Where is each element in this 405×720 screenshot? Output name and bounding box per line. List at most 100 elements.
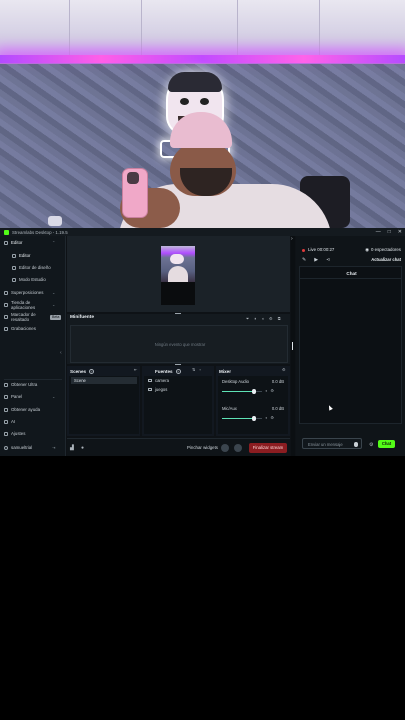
sources-dock: Fuentes + ⇤ ⇅ ▫ camera juegos [134,366,214,436]
title-bar: Streamlabs Desktop - 1.19.5 — □ ✕ [0,228,405,236]
sidebar-item-settings[interactable]: Ajustes [4,431,25,436]
sidebar-item-overlays[interactable]: Superposiciones [4,290,43,295]
sidebar-item-studio-mode[interactable]: Modo Estudio [12,277,46,282]
volume-slider[interactable] [222,389,262,394]
ai-icon [4,419,8,424]
mixer-channel-name: Desktop Audio [222,379,250,384]
mic-icon[interactable]: ● [81,445,84,451]
chat-panel: Chat [299,266,402,424]
chevron-down-icon[interactable]: ⌄ [52,394,55,399]
avatar-icon [4,445,8,450]
update-chat-button[interactable]: Actualizar chat [371,257,401,262]
beta-badge: Beta [50,314,62,320]
add-source-button[interactable]: + [175,368,181,374]
sidebar-item-app-store[interactable]: Tienda de aplicaciones [4,300,45,310]
editor-icon [12,253,16,258]
maximize-button[interactable]: □ [388,229,391,235]
stream-preview[interactable] [161,246,195,305]
source-item-camera[interactable]: camera [148,378,169,383]
popout-icon[interactable]: ⧉ [278,316,281,321]
pencil-icon[interactable]: ✎ [302,257,306,263]
help-icon [4,407,8,412]
performance-icon[interactable]: ▟ [70,445,74,451]
volume-icon[interactable]: ◖ [261,316,264,321]
panel-resize-handle[interactable] [292,342,294,350]
logout-icon[interactable]: ⇥ [52,445,55,450]
emoji-icon[interactable] [353,442,358,447]
sidebar-item-recordings[interactable]: Grabaciones [4,326,36,331]
mixer-dock: Mixer ⚙ Desktop Audio 0.0 dB ◖ ⚙ Mic/Aux… [216,366,290,436]
sources-title: Fuentes [155,368,173,374]
recordings-icon [4,326,8,331]
app-logo-icon [4,229,9,235]
sidebar-item-dashboard[interactable]: Panel [4,394,22,399]
gear-icon [4,431,8,436]
window-title: Streamlabs Desktop - 1.19.5 [12,229,68,235]
highlighter-icon [4,315,8,319]
mini-feed-title: Minifuente [70,315,94,320]
mixer-channel-db: 0.0 dB [271,406,284,411]
record-button[interactable] [221,444,229,452]
sidebar-item-ai[interactable]: AI [4,419,15,424]
chevron-up-icon[interactable]: ⌃ [52,240,55,245]
screen: { "window": { "title": "Streamlabs Deskt… [0,0,405,720]
minimize-button[interactable]: — [376,229,381,235]
sort-icon[interactable]: ⇅ [192,367,196,372]
scene-item[interactable]: Scene [71,377,137,384]
source-item-games[interactable]: juegos [148,387,167,392]
collapse-icon[interactable]: ⇤ [134,367,138,372]
mouse-cursor [327,404,333,411]
gear-icon[interactable]: ⚙ [270,388,274,393]
gear-icon[interactable]: ⚙ [282,367,286,372]
ceiling [0,0,405,62]
chat-column: Live 00:00:27 ◉ 0 espectadores ✎ ▶ ⋖ Act… [296,236,405,456]
scenes-dock: Scenes + Scene [67,366,140,436]
sidebar-item-help[interactable]: Obtener ayuda [4,407,40,412]
settings-icon[interactable]: ⚙ [269,316,273,321]
eye-icon: ◉ [365,247,369,252]
gear-icon[interactable]: ⚙ [270,415,274,420]
sidebar-item-account[interactable]: samueltrial [4,445,32,450]
lock-icon[interactable]: ▫ [200,367,202,372]
viewer-count: ◉ 0 espectadores [365,247,401,252]
close-button[interactable]: ✕ [398,229,402,235]
gear-icon[interactable]: ⚙ [369,442,373,448]
resize-handle[interactable] [175,364,181,365]
chat-title: Chat [346,271,357,276]
add-scene-button[interactable]: + [89,368,95,374]
live-timer: Live 00:00:27 [308,247,335,252]
chevron-down-icon[interactable]: ⌄ [52,302,55,307]
volume-slider[interactable] [222,416,262,421]
sidebar-item-editor[interactable]: Editor [4,240,22,245]
share-icon[interactable]: ⋖ [326,257,330,263]
camera-icon [148,379,152,382]
live-indicator [302,249,305,252]
filter-icon[interactable]: ⏷ [246,316,249,321]
replay-button[interactable] [234,444,242,452]
sidebar-item-highlighter[interactable]: Marcador de resaltado Beta [4,312,62,322]
collapse-sidebar-icon[interactable]: ‹ [60,350,62,356]
sidebar-item-ultra[interactable]: Obtener Ultra [4,382,37,387]
chevron-right-icon[interactable]: › [291,236,293,242]
mini-feed-box: Ningún evento que mostrar [70,325,288,363]
overlay-icon [4,290,8,295]
grid-icon [12,265,16,270]
sidebar-item-layout-editor[interactable]: Editor de diseño [12,265,51,270]
pause-icon[interactable]: ⏸ [254,316,256,321]
end-stream-button[interactable]: Finalizar stream [249,443,287,453]
dashboard-icon [4,394,8,399]
speaker-icon[interactable]: ◖ [265,415,267,420]
chat-send-button[interactable]: Chat [378,440,395,448]
chat-message-input[interactable]: Enviar un mensaje [302,438,362,449]
layout-icon [4,240,8,245]
speaker-icon[interactable]: ◖ [265,388,267,393]
pin-widgets-label[interactable]: Pinchar widgets [187,445,218,450]
mini-feed-empty: Ningún evento que mostrar [154,342,206,347]
chevron-down-icon[interactable]: ⌄ [52,290,55,295]
sidebar-item-editor-sub[interactable]: Editor [12,253,30,258]
play-icon[interactable]: ▶ [314,257,318,263]
sidebar: Editor ⌃ Editor Editor de diseño Modo Es… [0,236,66,456]
led-strip [0,55,405,63]
mixer-title: Mixer [219,368,232,374]
webcam-feed [0,0,405,228]
